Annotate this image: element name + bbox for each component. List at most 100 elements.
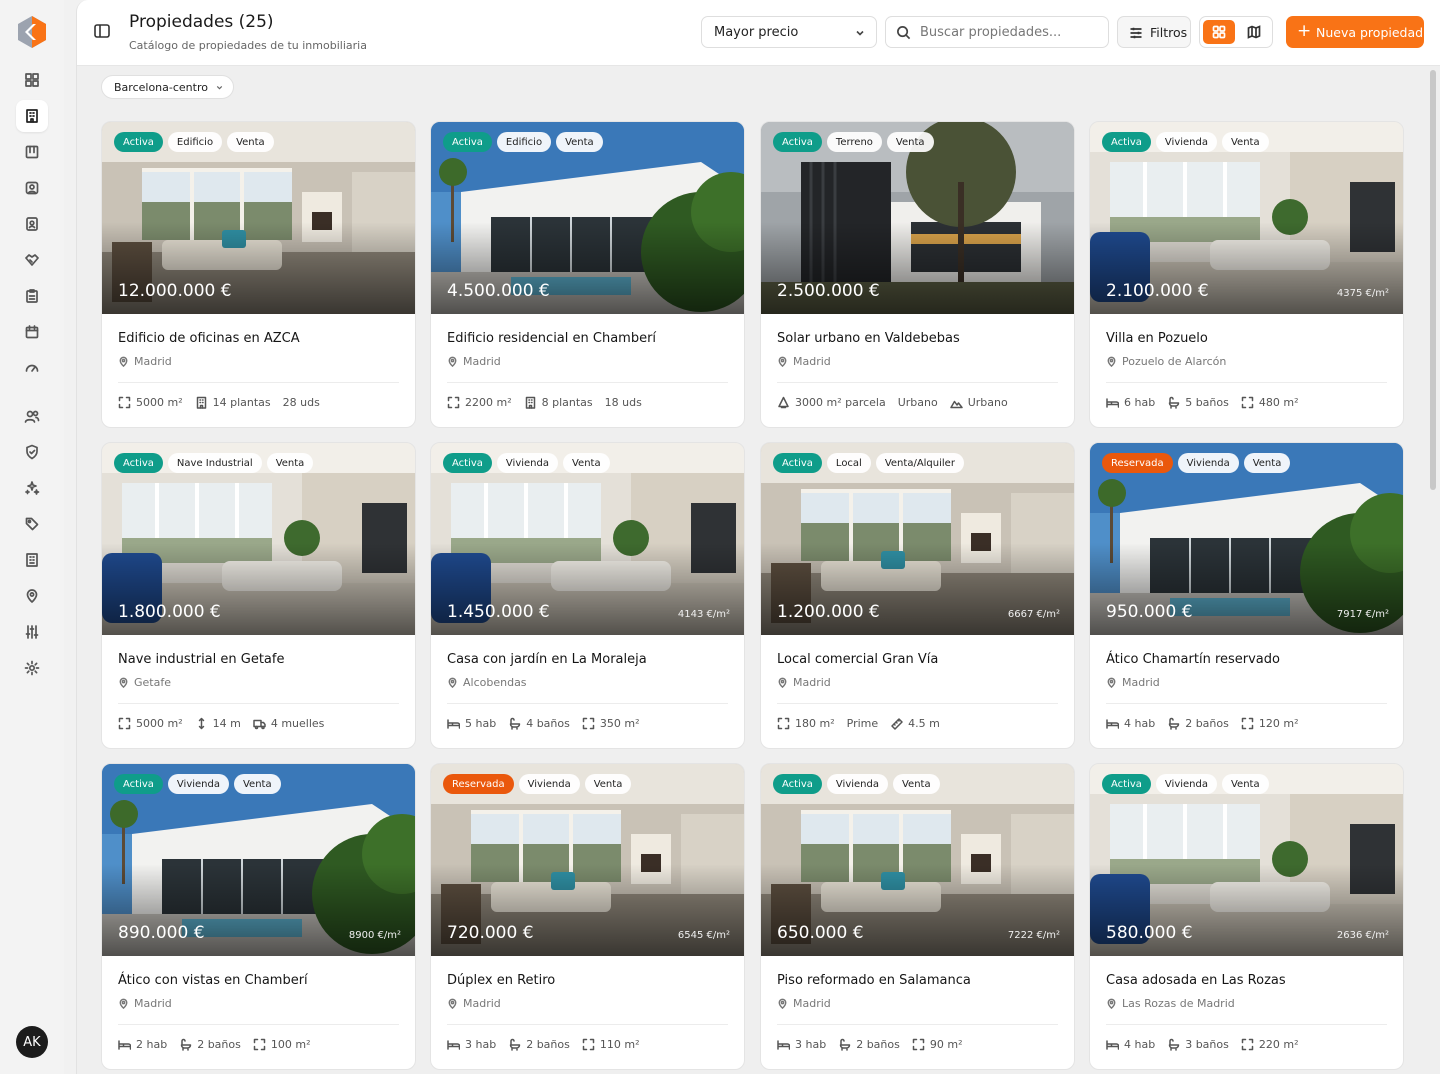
property-title[interactable]: Ático Chamartín reservado xyxy=(1106,652,1280,667)
location-filter-chip[interactable]: Barcelona-centro xyxy=(101,75,234,99)
property-title[interactable]: Ático con vistas en Chamberí xyxy=(118,973,308,988)
nav-deals-icon[interactable] xyxy=(16,244,48,276)
badge-row: Activa Vivienda Venta xyxy=(773,774,940,794)
property-photo[interactable]: Activa Vivienda Venta 2.100.000 € 4375 €… xyxy=(1090,122,1403,314)
property-photo[interactable]: Activa Terreno Venta 2.500.000 € xyxy=(761,122,1074,314)
property-title[interactable]: Villa en Pozuelo xyxy=(1106,331,1208,346)
area-icon xyxy=(447,396,460,409)
property-photo[interactable]: Reservada Vivienda Venta 720.000 € 6545 … xyxy=(431,764,744,956)
user-avatar[interactable]: AK xyxy=(16,1026,48,1058)
nav-adjustments-icon[interactable] xyxy=(16,616,48,648)
logo[interactable] xyxy=(16,14,48,50)
property-spec: Urbano xyxy=(949,396,1008,409)
type-badge: Local xyxy=(826,453,871,473)
property-specs: 2 hab 2 baños 100 m² xyxy=(118,1038,310,1051)
nav-owners-icon[interactable] xyxy=(16,208,48,240)
price-per-m2: 7917 €/m² xyxy=(1336,609,1389,620)
property-title[interactable]: Solar urbano en Valdebebas xyxy=(777,331,960,346)
location-pin-icon xyxy=(778,677,787,688)
nav-team-icon[interactable] xyxy=(16,400,48,432)
price-per-m2: 2636 €/m² xyxy=(1336,930,1389,941)
bed-icon xyxy=(447,1040,460,1050)
property-card[interactable]: Activa Vivienda Venta 580.000 € 2636 €/m… xyxy=(1089,763,1404,1070)
property-title[interactable]: Dúplex en Retiro xyxy=(447,973,555,988)
sort-select[interactable]: Mayor precio xyxy=(701,16,877,48)
property-card[interactable]: Activa Vivienda Venta 650.000 € 7222 €/m… xyxy=(760,763,1075,1070)
property-spec-text: Urbano xyxy=(897,396,938,409)
badge-row: Activa Vivienda Venta xyxy=(1102,132,1269,152)
filters-button[interactable]: Filtros xyxy=(1117,16,1191,48)
type-badge: Vivienda xyxy=(1155,774,1217,794)
type-badge: Terreno xyxy=(826,132,882,152)
property-photo[interactable]: Activa Vivienda Venta 650.000 € 7222 €/m… xyxy=(761,764,1074,956)
property-photo[interactable]: Activa Vivienda Venta 890.000 € 8900 €/m… xyxy=(102,764,415,956)
nav-ai-icon[interactable] xyxy=(16,472,48,504)
divider xyxy=(447,382,728,383)
map-view-button[interactable] xyxy=(1238,20,1270,44)
property-spec-text: 5000 m² xyxy=(136,396,183,409)
property-photo[interactable]: Activa Nave Industrial Venta 1.800.000 € xyxy=(102,443,415,635)
property-spec-text: 2 baños xyxy=(856,1038,900,1051)
property-card[interactable]: Activa Nave Industrial Venta 1.800.000 €… xyxy=(101,442,416,749)
new-property-button[interactable]: + Nueva propiedad xyxy=(1286,16,1424,48)
property-card[interactable]: Activa Vivienda Venta 1.450.000 € 4143 €… xyxy=(430,442,745,749)
property-photo[interactable]: Activa Local Venta/Alquiler 1.200.000 € … xyxy=(761,443,1074,635)
property-photo[interactable]: Activa Vivienda Venta 580.000 € 2636 €/m… xyxy=(1090,764,1403,956)
scrollbar[interactable] xyxy=(1429,70,1437,1060)
search-icon xyxy=(897,26,911,40)
nav-security-icon[interactable] xyxy=(16,436,48,468)
property-title[interactable]: Edificio de oficinas en AZCA xyxy=(118,331,300,346)
property-specs: 180 m² Prime 4.5 m xyxy=(777,717,940,730)
property-title[interactable]: Piso reformado en Salamanca xyxy=(777,973,971,988)
nav-contacts-icon[interactable] xyxy=(16,172,48,204)
sidebar-toggle-icon[interactable] xyxy=(93,22,113,42)
nav-tasks-icon[interactable] xyxy=(16,280,48,312)
property-photo[interactable]: Activa Vivienda Venta 1.450.000 € 4143 €… xyxy=(431,443,744,635)
property-spec: 5 baños xyxy=(1167,396,1229,409)
operation-badge: Venta/Alquiler xyxy=(875,453,964,473)
property-title[interactable]: Edificio residencial en Chamberí xyxy=(447,331,656,346)
property-spec-text: 4 hab xyxy=(1124,717,1156,730)
property-card[interactable]: Activa Terreno Venta 2.500.000 € Solar u… xyxy=(760,121,1075,428)
property-card[interactable]: Activa Vivienda Venta 2.100.000 € 4375 €… xyxy=(1089,121,1404,428)
property-card[interactable]: Activa Edificio Venta 12.000.000 € Edifi… xyxy=(101,121,416,428)
nav-buildings-icon[interactable] xyxy=(16,544,48,576)
property-location: Getafe xyxy=(118,676,171,689)
badge-row: Activa Vivienda Venta xyxy=(114,774,281,794)
property-title[interactable]: Local comercial Gran Vía xyxy=(777,652,938,667)
property-specs: 3 hab 2 baños 110 m² xyxy=(447,1038,639,1051)
nav-locations-icon[interactable] xyxy=(16,580,48,612)
nav-settings-icon[interactable] xyxy=(16,652,48,684)
property-photo[interactable]: Activa Edificio Venta 12.000.000 € xyxy=(102,122,415,314)
property-title[interactable]: Casa adosada en Las Rozas xyxy=(1106,973,1286,988)
nav-performance-icon[interactable] xyxy=(16,352,48,384)
scroll-thumb[interactable] xyxy=(1430,70,1436,490)
nav-properties-icon[interactable] xyxy=(16,100,48,132)
nav-plans-icon[interactable] xyxy=(16,136,48,168)
property-card[interactable]: Activa Local Venta/Alquiler 1.200.000 € … xyxy=(760,442,1075,749)
property-card[interactable]: Activa Vivienda Venta 890.000 € 8900 €/m… xyxy=(101,763,416,1070)
property-card[interactable]: Reservada Vivienda Venta 720.000 € 6545 … xyxy=(430,763,745,1070)
property-title[interactable]: Casa con jardín en La Moraleja xyxy=(447,652,647,667)
property-card[interactable]: Reservada Vivienda Venta 950.000 € 7917 … xyxy=(1089,442,1404,749)
nav-dashboard-icon[interactable] xyxy=(16,64,48,96)
property-spec: 220 m² xyxy=(1241,1038,1298,1051)
property-photo[interactable]: Reservada Vivienda Venta 950.000 € 7917 … xyxy=(1090,443,1403,635)
price-per-m2: 7222 €/m² xyxy=(1007,930,1060,941)
type-badge: Vivienda xyxy=(1177,453,1239,473)
property-title[interactable]: Nave industrial en Getafe xyxy=(118,652,284,667)
property-price: 720.000 € xyxy=(447,923,534,943)
property-card[interactable]: Activa Edificio Venta 4.500.000 € Edific… xyxy=(430,121,745,428)
grid-view-button[interactable] xyxy=(1203,20,1235,44)
nav-calendar-icon[interactable] xyxy=(16,316,48,348)
property-spec-text: 100 m² xyxy=(270,1038,311,1051)
nav-tags-icon[interactable] xyxy=(16,508,48,540)
location-pin-icon xyxy=(448,998,457,1009)
property-photo[interactable]: Activa Edificio Venta 4.500.000 € xyxy=(431,122,744,314)
property-spec-text: 120 m² xyxy=(1258,717,1299,730)
page-title: Propiedades (25) xyxy=(129,12,274,32)
property-spec: 2 baños xyxy=(1167,717,1229,730)
property-spec: 18 uds xyxy=(605,396,642,409)
search-input[interactable]: Buscar propiedades... xyxy=(885,16,1109,48)
area-icon xyxy=(582,717,595,730)
